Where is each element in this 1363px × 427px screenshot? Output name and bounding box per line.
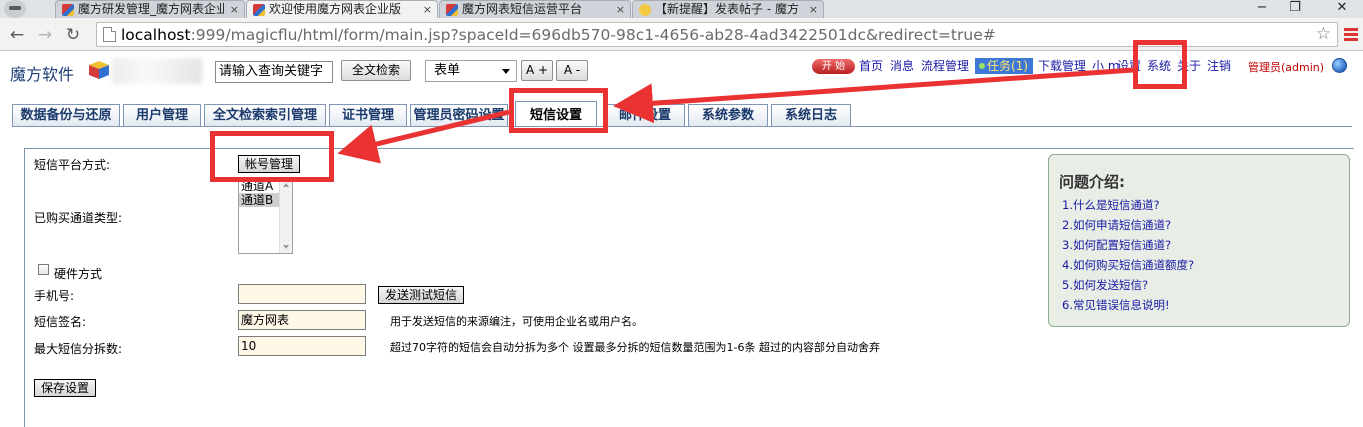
- arrow-system-to-sms-tab: [613, 67, 1134, 124]
- arrow-sms-tab-to-account: [337, 109, 510, 164]
- annotation-arrows: [337, 67, 1134, 164]
